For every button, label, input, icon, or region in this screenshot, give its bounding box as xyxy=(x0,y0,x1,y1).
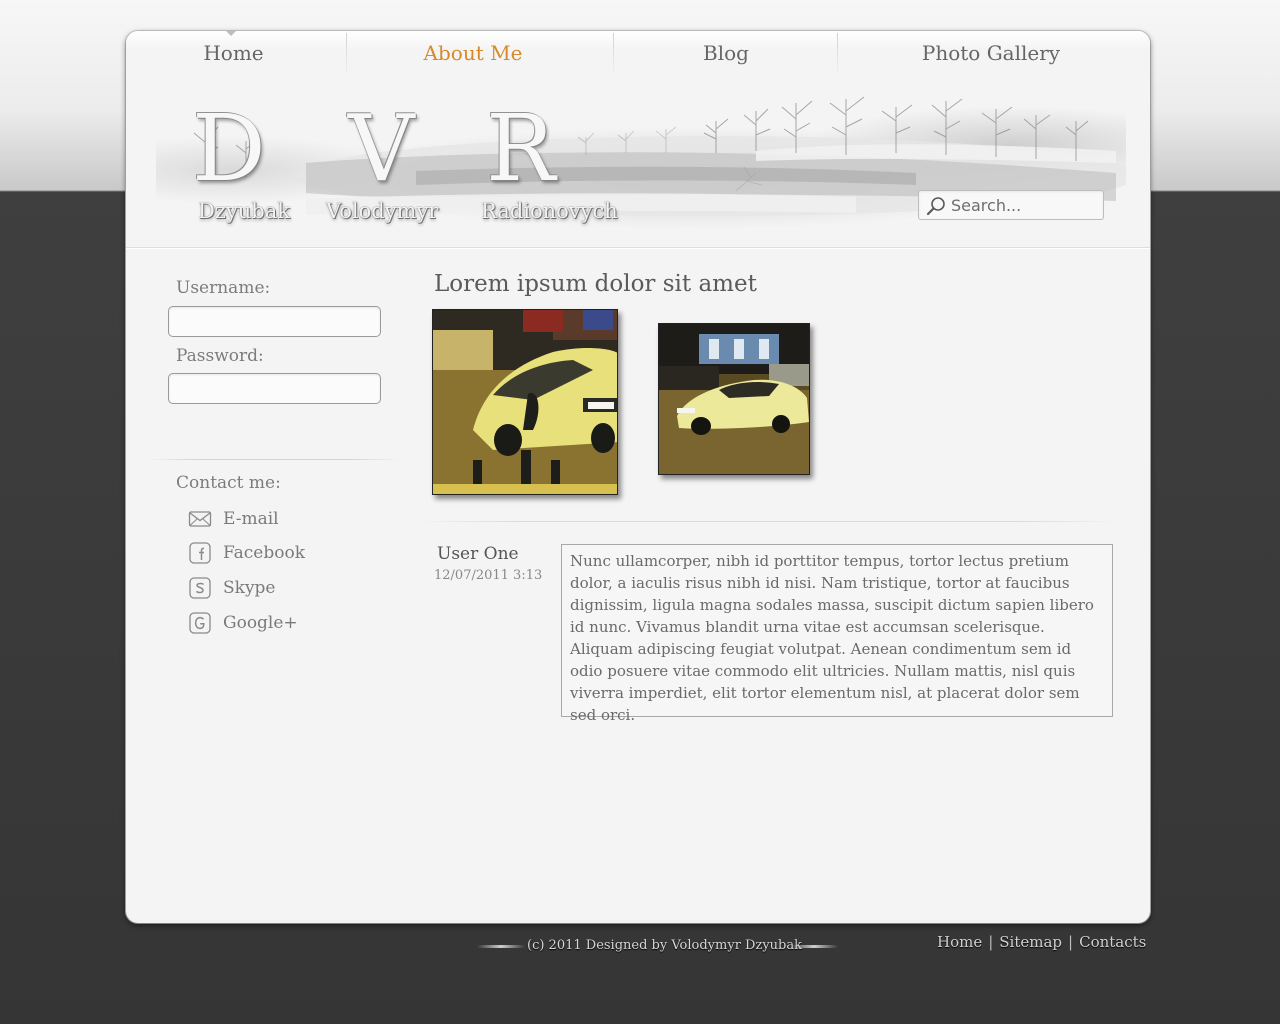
yellow-sports-car-photo xyxy=(659,324,809,474)
logo-name-dzyubak: Dzyubak xyxy=(198,199,290,223)
contact-email-label: E-mail xyxy=(223,509,279,529)
contact-facebook-link[interactable]: Facebook xyxy=(188,541,305,565)
facebook-icon xyxy=(189,542,211,564)
main-panel: Home About Me Blog Photo Gallery D V R D… xyxy=(126,31,1150,923)
contact-skype-link[interactable]: Skype xyxy=(188,576,276,600)
sidebar-divider xyxy=(148,459,400,460)
nav-divider xyxy=(837,33,838,79)
contact-google-plus-label: Google+ xyxy=(223,613,298,633)
logo-name-volodymyr: Volodymyr xyxy=(326,199,439,223)
footer-separator: | xyxy=(988,933,994,951)
username-label: Username: xyxy=(176,278,271,298)
password-label: Password: xyxy=(176,346,264,366)
logo-letter-d: D xyxy=(192,95,266,202)
contact-heading: Contact me: xyxy=(176,473,281,493)
footer-link-home[interactable]: Home xyxy=(937,933,982,951)
header-divider xyxy=(126,247,1150,249)
google-plus-icon xyxy=(189,612,211,634)
contact-email-link[interactable]: E-mail xyxy=(188,507,279,531)
nav-divider xyxy=(613,33,614,79)
post-photo-2[interactable] xyxy=(658,323,810,475)
yellow-sports-car-photo xyxy=(433,310,617,494)
content-divider xyxy=(416,521,1122,522)
username-field[interactable] xyxy=(168,306,381,337)
footer-copyright: (c) 2011 Designed by Volodymyr Dzyubak xyxy=(527,938,802,953)
nav-divider xyxy=(346,33,347,79)
nav-item-photo-gallery[interactable]: Photo Gallery xyxy=(896,39,1086,67)
skype-icon xyxy=(189,577,211,599)
footer-link-contacts[interactable]: Contacts xyxy=(1079,933,1146,951)
footer-nav: Home | Sitemap | Contacts xyxy=(937,933,1146,951)
footer-separator: | xyxy=(1068,933,1074,951)
mail-icon xyxy=(188,511,212,527)
post-photo-1[interactable] xyxy=(432,309,618,495)
post-title: Lorem ipsum dolor sit amet xyxy=(434,271,757,297)
contact-facebook-label: Facebook xyxy=(223,543,306,563)
nav-item-blog[interactable]: Blog xyxy=(656,39,796,67)
main-nav: Home About Me Blog Photo Gallery xyxy=(126,31,1150,79)
logo-letter-v: V xyxy=(348,95,415,202)
search-box xyxy=(918,190,1104,220)
nav-active-indicator xyxy=(226,31,236,36)
comment-date: 12/07/2011 3:13 xyxy=(434,568,543,583)
footer-flourish-right xyxy=(790,945,838,948)
nav-item-about-me[interactable]: About Me xyxy=(388,39,558,67)
footer-link-sitemap[interactable]: Sitemap xyxy=(999,933,1062,951)
comment-body: Nunc ullamcorper, nibh id porttitor temp… xyxy=(561,544,1113,724)
contact-google-plus-link[interactable]: Google+ xyxy=(188,611,298,635)
comment-author: User One xyxy=(437,544,519,564)
logo-letter-r: R xyxy=(486,95,556,202)
footer-flourish-left xyxy=(477,945,525,948)
nav-item-home[interactable]: Home xyxy=(166,39,301,67)
password-field[interactable] xyxy=(168,373,381,404)
logo-name-radionovych: Radionovych xyxy=(481,199,618,223)
search-input[interactable] xyxy=(951,194,1097,216)
search-icon[interactable] xyxy=(925,195,947,217)
contact-skype-label: Skype xyxy=(223,578,276,598)
